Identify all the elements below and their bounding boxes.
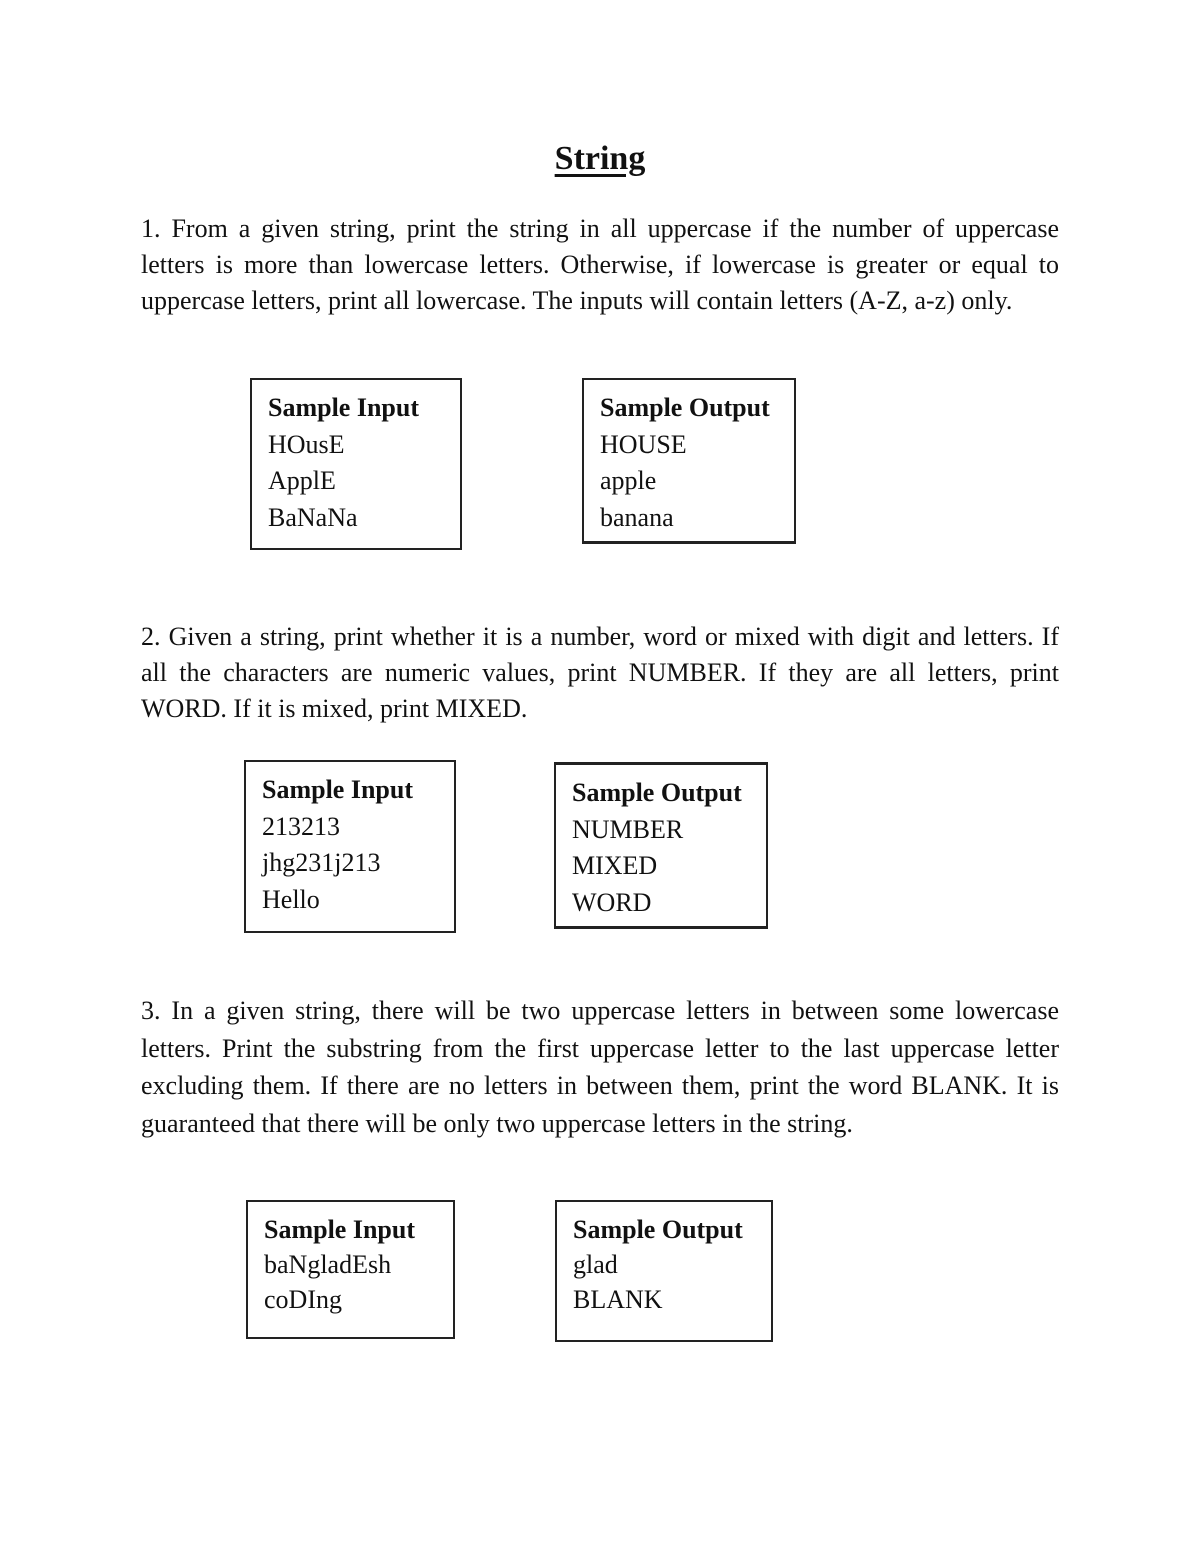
sample-output-header: Sample Output: [572, 778, 742, 807]
sample-output-line: apple: [600, 466, 657, 495]
problem-1-sample-input-box: Sample Input HOusE ApplE BaNaNa: [250, 378, 462, 550]
problem-2-statement: 2. Given a string, print whether it is a…: [141, 622, 1059, 723]
sample-input-line: coDIng: [264, 1285, 342, 1314]
sample-input-line: HOusE: [268, 429, 345, 459]
sample-input-line: Hello: [262, 884, 320, 914]
sample-output-line: MIXED: [572, 851, 658, 880]
sample-input-header: Sample Input: [264, 1215, 415, 1244]
sample-input-header: Sample Input: [262, 775, 413, 804]
sample-output-line: HOUSE: [600, 429, 687, 459]
sample-output-line: NUMBER: [572, 814, 684, 844]
sample-output-line: WORD: [572, 887, 652, 917]
sample-output-header: Sample Output: [600, 393, 770, 422]
problem-1-statement: 1. From a given string, print the string…: [141, 214, 1059, 315]
problem-3-sample-output-box: Sample Output glad BLANK: [555, 1200, 773, 1342]
page-title: String: [554, 140, 646, 177]
problem-2-sample-output-box: Sample Output NUMBER MIXED WORD: [554, 762, 768, 929]
sample-output-line: glad: [573, 1250, 618, 1279]
problem-1-sample-output-box: Sample Output HOUSE apple banana: [582, 378, 796, 544]
sample-input-line: baNgladEsh: [264, 1250, 392, 1279]
problem-3-sample-input-box: Sample Input baNgladEsh coDIng: [246, 1200, 455, 1339]
sample-input-header: Sample Input: [268, 393, 419, 422]
sample-output-header: Sample Output: [573, 1215, 743, 1244]
sample-input-line: BaNaNa: [268, 502, 358, 532]
sample-input-line: jhg231j213: [262, 848, 381, 877]
sample-input-line: 213213: [262, 811, 340, 841]
sample-output-line: banana: [600, 502, 674, 532]
problem-2-sample-input-box: Sample Input 213213 jhg231j213 Hello: [244, 760, 456, 933]
problem-3-statement: 3. In a given string, there will be two …: [141, 996, 1059, 1138]
sample-input-line: ApplE: [268, 466, 336, 495]
sample-output-line: BLANK: [573, 1285, 663, 1314]
